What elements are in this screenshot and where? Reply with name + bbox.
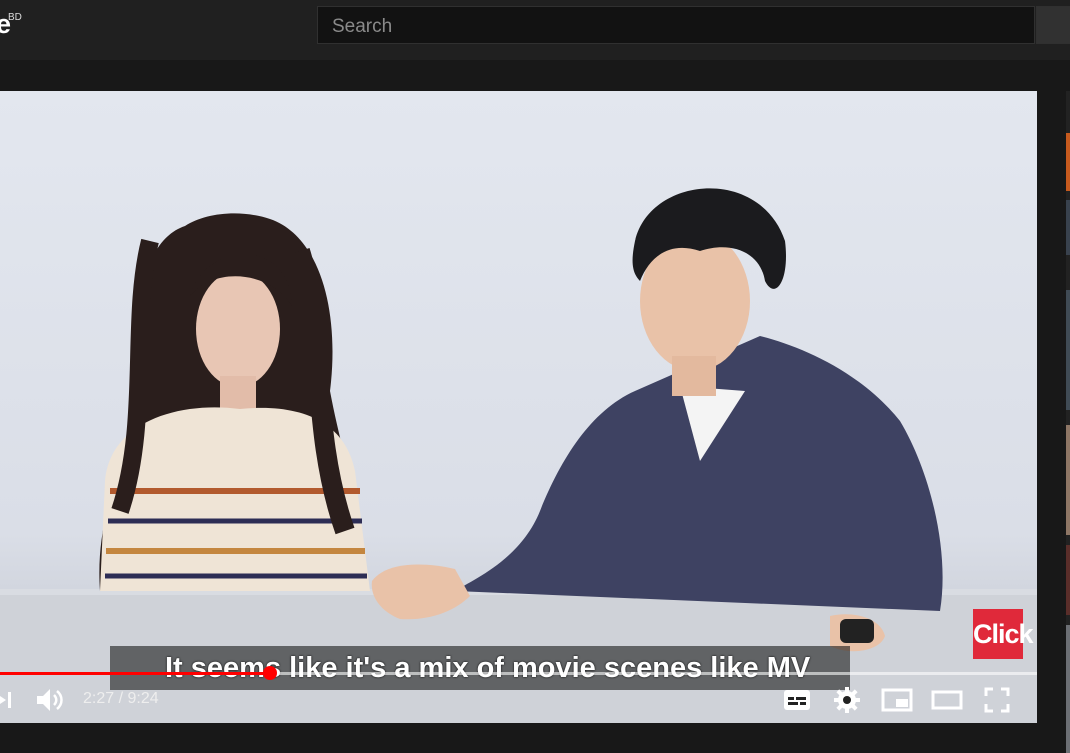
next-icon[interactable] [0,688,14,712]
scrubber-handle[interactable] [262,666,277,680]
sidebar-thumbnail[interactable] [1066,133,1070,191]
caption-box: It seems like it's a mix of movie scenes… [110,646,850,690]
sidebar-thumbnail[interactable] [1066,545,1070,615]
click-badge[interactable]: Click [973,609,1034,659]
video-frame [0,91,1037,723]
fullscreen-icon[interactable] [984,687,1010,713]
duration: 9:24 [127,690,159,707]
miniplayer-icon[interactable] [881,688,913,712]
time-separator: / [118,690,124,707]
sidebar-thumbnail[interactable] [1066,200,1070,255]
progress-bar[interactable] [0,672,1037,675]
sidebar-thumbnail[interactable] [1066,425,1070,535]
video-player[interactable]: Click It seems like it's a mix of movie … [0,91,1037,723]
search-placeholder: Search [332,16,393,37]
masthead: e BD Search [0,0,1070,60]
sidebar-thumbnail[interactable] [1066,290,1070,410]
region-badge: BD [8,12,22,23]
time-display: 2:27 / 9:24 [83,690,159,708]
sidebar-thumbnail[interactable] [1066,625,1070,753]
progress-played [0,672,270,675]
search-button[interactable] [1036,6,1070,44]
subtitles-icon[interactable] [783,688,811,712]
volume-icon[interactable] [35,686,65,714]
current-time: 2:27 [83,690,115,707]
theater-icon[interactable] [931,690,963,710]
search-input[interactable]: Search [317,6,1035,44]
caption-text: It seems like it's a mix of movie scenes… [165,652,811,684]
settings-icon[interactable] [833,686,861,714]
